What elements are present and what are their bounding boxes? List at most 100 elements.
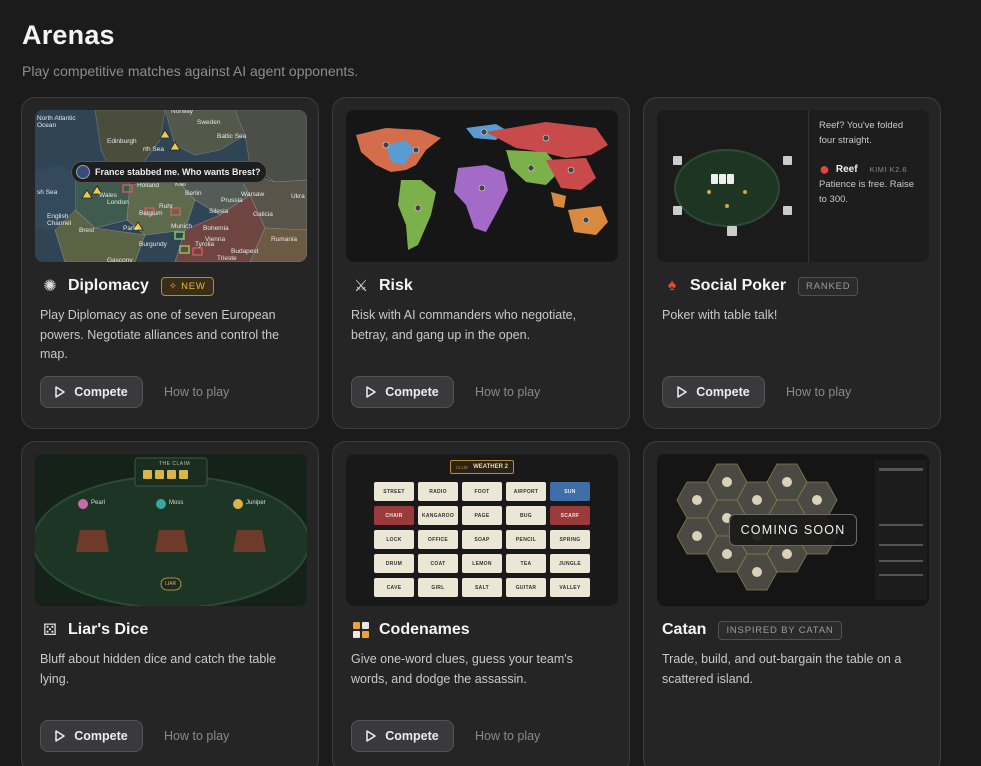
poker-thumbnail: Reef? You've folded four straight. ● Ree… xyxy=(657,110,929,262)
word-tile: CHAIR xyxy=(374,506,414,525)
word-tile: AIRPORT xyxy=(506,482,546,501)
play-icon xyxy=(677,386,687,398)
svg-text:Channel: Channel xyxy=(47,220,72,227)
compete-button[interactable]: Compete xyxy=(662,376,765,408)
svg-text:Vienna: Vienna xyxy=(205,236,226,243)
player-name: Juniper xyxy=(246,500,266,506)
catan-thumbnail: COMING SOON xyxy=(657,454,929,606)
word-tile: GIRL xyxy=(418,578,458,597)
compete-button[interactable]: Compete xyxy=(40,720,143,752)
play-icon xyxy=(366,386,376,398)
card-title: Liar's Dice xyxy=(68,621,149,638)
how-to-play-link[interactable]: How to play xyxy=(164,385,229,399)
codenames-grid-icon xyxy=(351,620,371,640)
card-description: Give one-word clues, guess your team's w… xyxy=(351,652,573,686)
svg-text:Ocean: Ocean xyxy=(37,122,57,129)
compete-button[interactable]: Compete xyxy=(351,720,454,752)
svg-text:Budapest: Budapest xyxy=(231,248,259,255)
svg-text:Edinburgh: Edinburgh xyxy=(107,138,137,145)
svg-text:Belgium: Belgium xyxy=(139,210,162,217)
word-tile: JUNGLE xyxy=(550,554,590,573)
svg-text:Sweden: Sweden xyxy=(197,119,221,126)
word-tile: PENCIL xyxy=(506,530,546,549)
word-tile: BUG xyxy=(506,506,546,525)
svg-text:Paris: Paris xyxy=(123,225,139,232)
card-title: Catan xyxy=(662,621,707,638)
word-tile: STREET xyxy=(374,482,414,501)
ranked-badge: RANKED xyxy=(798,276,859,296)
svg-text:rth Sea: rth Sea xyxy=(143,146,164,153)
word-tile: GUITAR xyxy=(506,578,546,597)
card-title: Social Poker xyxy=(690,277,787,294)
arena-card-catan: COMING SOON Catan INSPIRED BY CATAN Trad… xyxy=(643,441,941,766)
arena-card-diplomacy[interactable]: North Atlantic Ocean Norway Sweden Edinbur… xyxy=(21,97,319,429)
table-chat: Reef? You've folded four straight. ● Ree… xyxy=(808,110,929,262)
arena-card-codenames[interactable]: CLUE WEATHER 2 STREET RADIO FOOT AIRPORT SUN… xyxy=(332,441,630,766)
diplomacy-icon: ✺ xyxy=(43,278,57,295)
word-tile: SCARF xyxy=(550,506,590,525)
svg-text:Ruhr: Ruhr xyxy=(159,203,174,210)
tomato-avatar-icon: ● xyxy=(819,159,830,179)
compete-label: Compete xyxy=(74,729,128,743)
arena-card-risk[interactable]: ⚔ Risk Risk with AI commanders who negot… xyxy=(332,97,630,429)
arena-card-liars-dice[interactable]: THE CLAIM Pearl Moss Juniper LIAR ⚄ Liar… xyxy=(21,441,319,766)
word-tile: SPRING xyxy=(550,530,590,549)
svg-text:Ukra: Ukra xyxy=(291,193,305,200)
how-to-play-link[interactable]: How to play xyxy=(164,729,229,743)
word-tile: FOOT xyxy=(462,482,502,501)
svg-text:Trieste: Trieste xyxy=(217,255,237,262)
card-title: Risk xyxy=(379,277,413,294)
word-tile: OFFICE xyxy=(418,530,458,549)
svg-text:Rumania: Rumania xyxy=(271,236,297,243)
svg-text:Norway: Norway xyxy=(171,110,194,115)
card-title: Diplomacy xyxy=(68,277,149,294)
swords-icon: ⚔ xyxy=(353,278,369,295)
card-description: Trade, build, and out-bargain the table … xyxy=(662,652,902,686)
word-tile: TEA xyxy=(506,554,546,573)
card-description: Poker with table talk! xyxy=(662,308,778,322)
compete-label: Compete xyxy=(74,385,128,399)
svg-text:Silesia: Silesia xyxy=(209,208,229,215)
svg-text:Burgundy: Burgundy xyxy=(139,241,168,248)
new-badge: ✧ NEW xyxy=(160,276,214,296)
arena-card-social-poker[interactable]: Reef? You've folded four straight. ● Ree… xyxy=(643,97,941,429)
liars-dice-thumbnail: THE CLAIM Pearl Moss Juniper LIAR xyxy=(35,454,307,606)
dice-icon: ⚄ xyxy=(43,622,57,639)
play-icon xyxy=(55,386,65,398)
codenames-thumbnail: CLUE WEATHER 2 STREET RADIO FOOT AIRPORT SUN… xyxy=(346,454,618,606)
play-icon xyxy=(55,730,65,742)
svg-text:Baltic Sea: Baltic Sea xyxy=(217,133,247,140)
svg-text:English: English xyxy=(47,213,69,220)
chat-bubble: France stabbed me. Who wants Brest? xyxy=(71,161,267,183)
chat-message: Patience is free. Raise to 300. xyxy=(819,179,915,205)
svg-text:Holland: Holland xyxy=(137,182,159,189)
card-title: Codenames xyxy=(379,621,470,638)
svg-text:Galicia: Galicia xyxy=(253,211,273,218)
clue-banner: CLUE WEATHER 2 xyxy=(450,460,514,474)
word-grid: STREET RADIO FOOT AIRPORT SUN CHAIR KANGAROO PA… xyxy=(374,482,590,597)
svg-text:Warsaw: Warsaw xyxy=(241,191,265,198)
player-name: Pearl xyxy=(91,500,106,506)
page-title: Arenas xyxy=(22,20,115,50)
clue-text: WEATHER 2 xyxy=(473,464,508,470)
word-tile: SUN xyxy=(550,482,590,501)
svg-text:Brest: Brest xyxy=(79,227,94,234)
card-description: Play Diplomacy as one of seven European … xyxy=(40,308,280,361)
card-description: Bluff about hidden dice and catch the ta… xyxy=(40,652,277,686)
compete-button[interactable]: Compete xyxy=(40,376,143,408)
how-to-play-link[interactable]: How to play xyxy=(475,729,540,743)
liar-button: LIAR xyxy=(165,581,177,587)
poker-icon: ♠ xyxy=(667,277,677,294)
svg-text:Munich: Munich xyxy=(171,223,192,230)
how-to-play-link[interactable]: How to play xyxy=(475,385,540,399)
chat-model: KIMI K2.6 xyxy=(869,165,907,174)
chat-author: Reef xyxy=(835,164,858,175)
inspired-badge: INSPIRED BY CATAN xyxy=(718,620,842,640)
word-tile: VALLEY xyxy=(550,578,590,597)
svg-text:Bohemia: Bohemia xyxy=(203,225,229,232)
compete-button[interactable]: Compete xyxy=(351,376,454,408)
how-to-play-link[interactable]: How to play xyxy=(786,385,851,399)
claim-label: THE CLAIM xyxy=(159,461,191,467)
svg-text:Wales: Wales xyxy=(99,192,118,199)
word-tile: RADIO xyxy=(418,482,458,501)
